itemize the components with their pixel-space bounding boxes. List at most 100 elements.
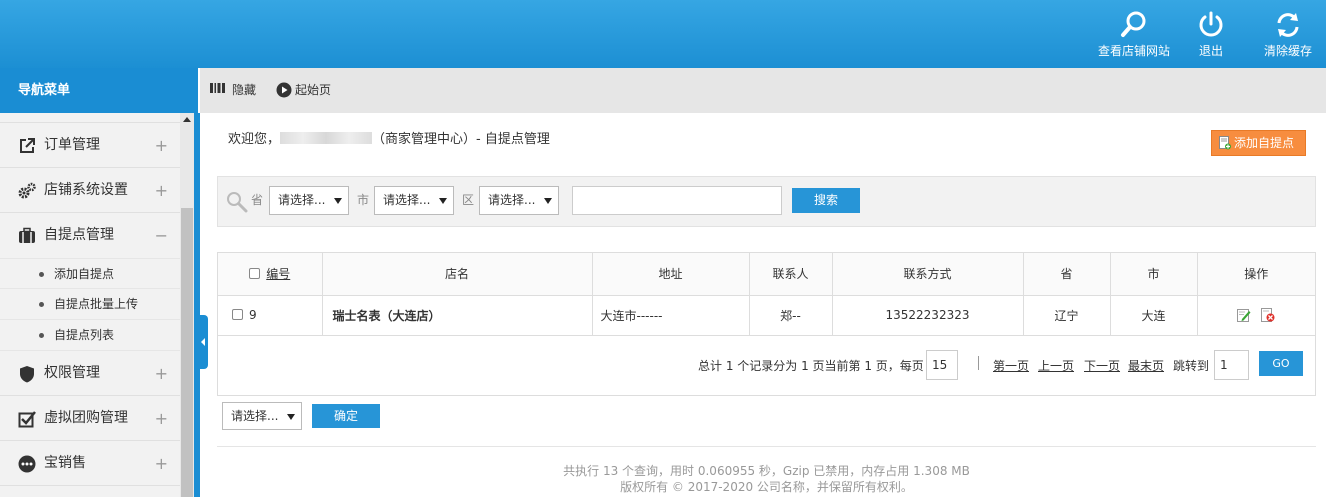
home-page-button[interactable]: 起始页	[276, 68, 331, 113]
batch-action-value: 请选择...	[231, 409, 279, 423]
city-value: 请选择...	[383, 193, 431, 207]
pager-divider	[978, 356, 979, 370]
search-icon	[227, 192, 248, 213]
province-label: 省	[251, 193, 264, 207]
welcome-prefix: 欢迎您，	[228, 132, 281, 147]
dropdown-caret-icon	[334, 198, 342, 204]
clear-cache-label: 清除缓存	[1263, 44, 1312, 58]
add-document-icon	[1219, 136, 1231, 150]
hide-label: 隐藏	[232, 83, 257, 97]
province-value: 请选择...	[278, 193, 326, 207]
submenu-label: 自提点批量上传	[54, 297, 139, 311]
dropdown-caret-icon	[439, 198, 447, 204]
sidebar-splitter[interactable]	[194, 113, 200, 497]
menu-pickup-management[interactable]: 自提点管理 −	[0, 213, 180, 258]
city-label: 市	[357, 193, 370, 207]
expand-icon[interactable]: +	[155, 441, 168, 486]
table-row: 9 瑞士名表（大连店） 大连市------ 郑-- 13522232323 辽宁…	[218, 295, 1315, 336]
menu-order-management[interactable]: 订单管理 +	[0, 123, 180, 168]
go-button[interactable]: GO	[1259, 351, 1303, 376]
pager-summary: 总计 1 个记录分为 1 页当前第 1 页，每页	[698, 359, 924, 373]
table-header-row: 编号 店名 地址 联系人 联系方式 省 市 操作	[218, 253, 1315, 296]
menu-sales[interactable]: 宝销售 +	[0, 441, 180, 486]
bullet-icon	[39, 272, 44, 277]
row-city: 大连	[1110, 295, 1198, 336]
expand-icon[interactable]: +	[155, 123, 168, 168]
pagination: 总计 1 个记录分为 1 页当前第 1 页，每页 15 第一页 上一页 下一页 …	[218, 336, 1315, 396]
search-button[interactable]: 搜索	[792, 188, 860, 213]
pickup-table: 编号 店名 地址 联系人 联系方式 省 市 操作 9 瑞士名表（大连店） 大连市…	[217, 252, 1316, 396]
expand-icon[interactable]: +	[155, 351, 168, 396]
view-store-button[interactable]: 查看店铺网站	[1096, 10, 1172, 60]
briefcase-icon	[19, 227, 35, 243]
dropdown-caret-icon	[544, 198, 552, 204]
shield-icon	[20, 366, 34, 383]
row-actions	[1197, 295, 1315, 336]
logout-label: 退出	[1198, 44, 1223, 58]
sidebar-menu: 订单管理 + 店铺系统设置 + 自提点管理 − 添加自提点 自提点批量上传 自提…	[0, 113, 180, 497]
jump-page-input[interactable]: 1	[1214, 350, 1249, 380]
row-id-cell: 9	[218, 295, 323, 336]
clear-cache-button[interactable]: 清除缓存	[1260, 10, 1316, 60]
column-header-id[interactable]: 编号	[218, 253, 323, 296]
submenu-pickup-list[interactable]: 自提点列表	[0, 320, 180, 351]
top-header: 查看店铺网站 退出 清除缓存	[0, 0, 1326, 68]
column-header-contact: 联系人	[749, 253, 833, 296]
sidebar-title: 导航菜单	[0, 68, 198, 113]
province-select[interactable]: 请选择...	[269, 186, 349, 215]
select-all-checkbox[interactable]	[249, 268, 261, 280]
edit-icon[interactable]	[1237, 308, 1251, 323]
menu-virtual-groupbuy[interactable]: 虚拟团购管理 +	[0, 396, 180, 441]
view-store-label: 查看店铺网站	[1097, 44, 1170, 58]
menu-spacer	[0, 113, 180, 123]
column-header-actions: 操作	[1197, 253, 1315, 296]
row-contact: 郑--	[749, 295, 833, 336]
submenu-add-pickup[interactable]: 添加自提点	[0, 258, 180, 289]
prev-page-link[interactable]: 上一页	[1038, 357, 1074, 374]
last-page-link[interactable]: 最末页	[1128, 357, 1164, 374]
menu-label: 店铺系统设置	[44, 182, 128, 198]
scrollbar-thumb[interactable]	[181, 208, 193, 497]
district-label: 区	[462, 193, 475, 207]
row-checkbox[interactable]	[232, 309, 243, 320]
barcode-icon	[210, 83, 225, 93]
logout-button[interactable]: 退出	[1190, 10, 1232, 60]
add-pickup-label: 添加自提点	[1234, 136, 1295, 150]
welcome-suffix: （商家管理中心）- 自提点管理	[372, 132, 550, 147]
more-icon	[18, 455, 36, 473]
collapse-sidebar-handle[interactable]	[199, 315, 208, 369]
menu-permission-management[interactable]: 权限管理 +	[0, 351, 180, 396]
row-id: 9	[249, 308, 257, 322]
play-circle-icon	[276, 82, 292, 98]
submenu-label: 添加自提点	[54, 267, 115, 281]
sidebar-scrollbar[interactable]	[180, 113, 194, 497]
expand-icon[interactable]: +	[155, 396, 168, 441]
confirm-button[interactable]: 确定	[312, 404, 380, 428]
city-select[interactable]: 请选择...	[374, 186, 454, 215]
scroll-up-icon[interactable]	[183, 117, 191, 122]
add-pickup-button[interactable]: 添加自提点	[1211, 130, 1306, 156]
bullet-icon	[39, 302, 44, 307]
sort-id-link[interactable]: 编号	[266, 267, 290, 281]
keyword-input[interactable]	[572, 186, 782, 215]
search-icon	[1121, 11, 1146, 37]
delete-icon[interactable]	[1261, 308, 1275, 323]
page-size-input[interactable]: 15	[926, 350, 958, 380]
footer-stats: 共执行 13 个查询，用时 0.060955 秒，Gzip 已禁用，内存占用 1…	[563, 464, 970, 478]
footer-divider	[217, 446, 1316, 447]
submenu-batch-upload[interactable]: 自提点批量上传	[0, 289, 180, 320]
hide-button[interactable]: 隐藏	[210, 68, 256, 113]
submenu-label: 自提点列表	[54, 328, 115, 342]
batch-action-select[interactable]: 请选择...	[222, 402, 302, 430]
expand-icon[interactable]: +	[155, 168, 168, 213]
first-page-link[interactable]: 第一页	[993, 357, 1029, 374]
menu-label: 宝销售	[44, 455, 86, 471]
menu-store-settings[interactable]: 店铺系统设置 +	[0, 168, 180, 213]
refresh-icon	[1277, 13, 1299, 37]
district-select[interactable]: 请选择...	[479, 186, 559, 215]
sidebar: 导航菜单 订单管理 + 店铺系统设置 + 自提点管理 − 添加自提点 自提点批量…	[0, 68, 198, 497]
next-page-link[interactable]: 下一页	[1084, 357, 1120, 374]
content-toolbar: 隐藏 起始页	[200, 68, 1326, 113]
collapse-icon[interactable]: −	[155, 213, 168, 258]
bullet-icon	[39, 333, 44, 338]
